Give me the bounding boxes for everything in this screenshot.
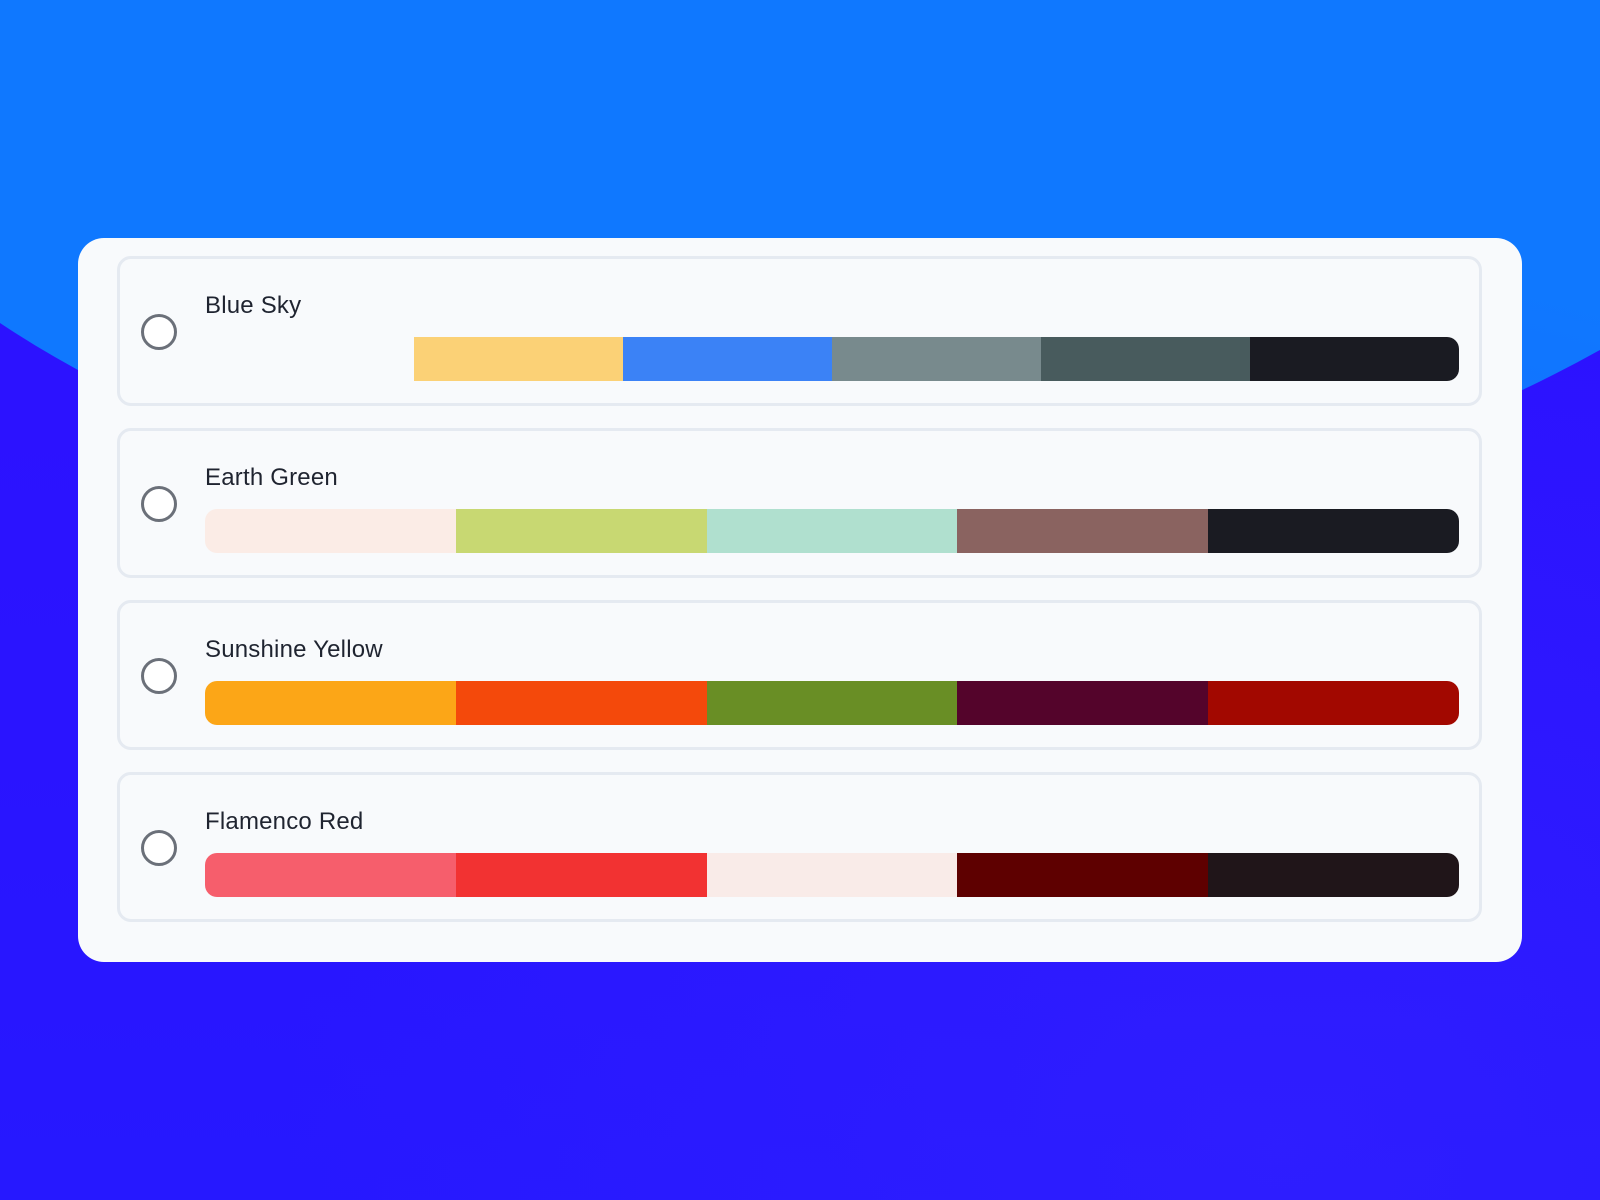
color-swatch-strip <box>205 337 1459 381</box>
color-swatch <box>414 337 623 381</box>
radio-unchecked-icon[interactable] <box>141 830 177 866</box>
color-swatch <box>205 853 456 897</box>
color-swatch <box>957 853 1209 897</box>
palette-option-earth-green[interactable]: Earth Green <box>117 428 1482 578</box>
color-swatch-strip <box>205 681 1459 725</box>
color-swatch <box>1041 337 1250 381</box>
color-swatch <box>205 337 414 381</box>
color-swatch <box>1208 853 1459 897</box>
palette-option-flamenco-red[interactable]: Flamenco Red <box>117 772 1482 922</box>
color-swatch <box>623 337 832 381</box>
color-swatch <box>832 337 1041 381</box>
color-swatch-strip <box>205 509 1459 553</box>
radio-unchecked-icon[interactable] <box>141 486 177 522</box>
color-swatch <box>706 509 958 553</box>
radio-unchecked-icon[interactable] <box>141 314 177 350</box>
color-swatch <box>706 853 958 897</box>
radio-unchecked-icon[interactable] <box>141 658 177 694</box>
color-swatch <box>455 509 707 553</box>
palette-option-sunshine-yellow[interactable]: Sunshine Yellow <box>117 600 1482 750</box>
color-swatch-strip <box>205 853 1459 897</box>
color-swatch <box>1208 509 1459 553</box>
color-swatch <box>1208 681 1459 725</box>
color-swatch <box>205 509 456 553</box>
color-swatch <box>706 681 958 725</box>
color-swatch <box>957 509 1209 553</box>
color-swatch <box>957 681 1209 725</box>
palette-name: Flamenco Red <box>205 808 364 835</box>
palette-name: Earth Green <box>205 464 338 491</box>
color-swatch <box>455 853 707 897</box>
color-swatch <box>205 681 456 725</box>
color-swatch <box>1250 337 1459 381</box>
palette-picker-panel: Blue Sky Earth Green Sunshine Yellow Fla… <box>78 238 1522 962</box>
palette-name: Sunshine Yellow <box>205 636 383 663</box>
palette-option-blue-sky[interactable]: Blue Sky <box>117 256 1482 406</box>
color-swatch <box>455 681 707 725</box>
palette-name: Blue Sky <box>205 292 302 319</box>
